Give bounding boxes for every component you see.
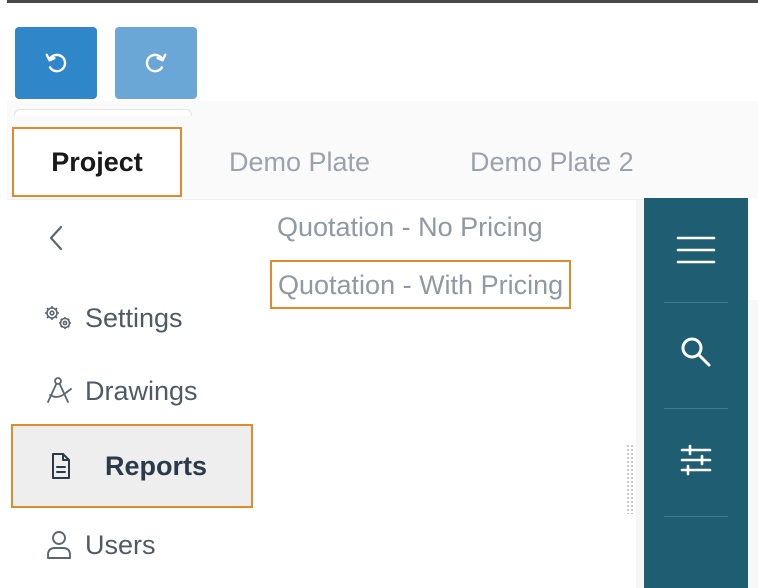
rail-separator <box>664 408 728 409</box>
toolbar <box>7 3 758 101</box>
sidebar-item-settings[interactable]: Settings <box>7 283 265 353</box>
tab-project[interactable]: Project <box>12 127 182 197</box>
undo-icon <box>45 53 67 73</box>
sidebar-item-reports[interactable]: Reports <box>11 424 253 508</box>
content-edge-lower <box>748 300 758 588</box>
chevron-left-icon <box>49 225 63 251</box>
undo-button[interactable] <box>15 27 97 99</box>
gears-icon <box>41 300 77 336</box>
tab-demo-plate[interactable]: Demo Plate <box>229 127 370 197</box>
sidebar-item-label: Reports <box>105 450 208 481</box>
search-button[interactable] <box>644 302 748 402</box>
tab-bar: Project Demo Plate Demo Plate 2 <box>7 101 758 200</box>
sidebar-item-label: Settings <box>85 302 183 333</box>
sidebar-item-users[interactable]: Users <box>7 510 265 580</box>
right-rail <box>644 198 748 588</box>
rail-separator <box>664 516 728 517</box>
content-edge <box>748 198 758 301</box>
menu-icon <box>676 236 716 264</box>
redo-icon <box>145 53 167 73</box>
reports-list: Quotation - No Pricing Quotation - With … <box>265 200 625 588</box>
report-quotation-no-pricing[interactable]: Quotation - No Pricing <box>277 212 543 243</box>
menu-button[interactable] <box>644 200 748 300</box>
tab-top-outline <box>14 109 192 116</box>
collapse-sidebar-button[interactable] <box>41 220 71 256</box>
sidebar: Settings Drawings Reports Users <box>7 200 265 588</box>
compass-icon <box>41 373 77 409</box>
user-icon <box>41 527 77 563</box>
report-quotation-with-pricing[interactable]: Quotation - With Pricing <box>270 260 572 309</box>
sidebar-item-drawings[interactable]: Drawings <box>7 356 265 426</box>
filter-button[interactable] <box>644 410 748 510</box>
redo-button[interactable] <box>115 27 197 99</box>
resize-handle[interactable] <box>626 444 634 514</box>
document-icon <box>43 448 79 484</box>
window-left-border <box>0 0 7 588</box>
tab-demo-plate-2[interactable]: Demo Plate 2 <box>470 127 634 197</box>
sliders-icon <box>680 444 712 476</box>
sidebar-item-label: Drawings <box>85 375 198 406</box>
search-icon <box>681 337 711 367</box>
sidebar-item-label: Users <box>85 529 156 560</box>
panel-divider <box>636 200 644 588</box>
